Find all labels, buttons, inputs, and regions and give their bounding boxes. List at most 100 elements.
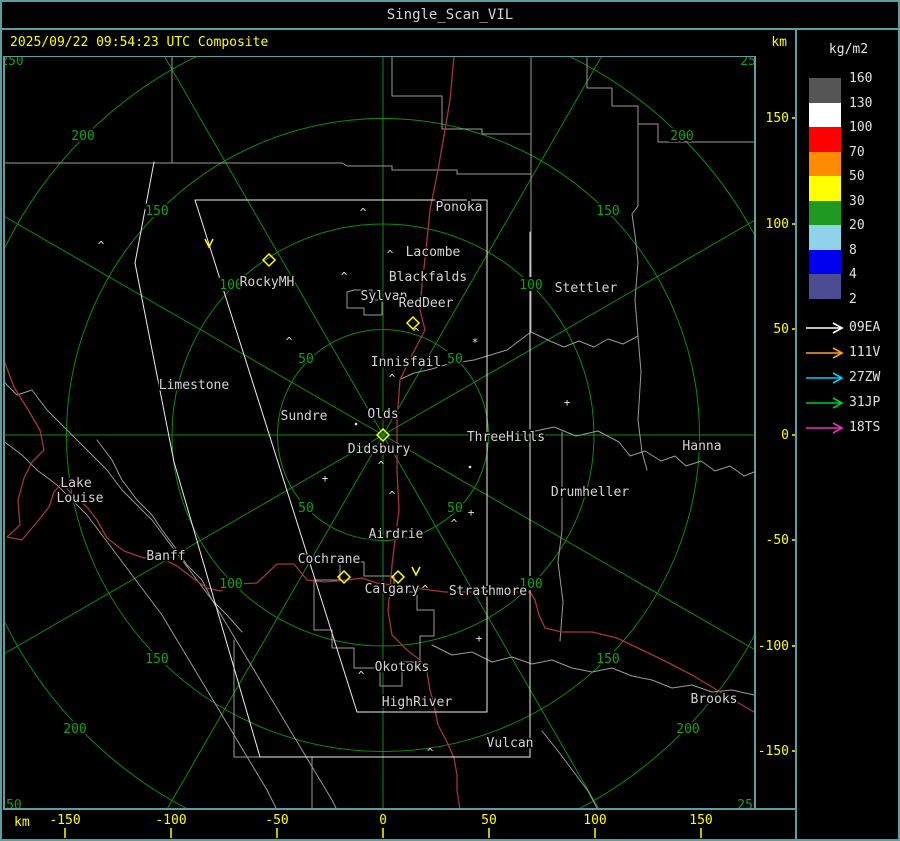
city-label: Ponoka xyxy=(436,200,483,215)
bottom-axis-tick-label: -100 xyxy=(155,813,186,828)
ring-distance-label: 100 xyxy=(219,577,242,592)
bottom-axis-tick-label: -50 xyxy=(265,813,288,828)
town-glyph-marker: + xyxy=(564,396,571,409)
legend-unit-label: kg/m2 xyxy=(828,42,869,57)
legend-swatch xyxy=(809,249,841,275)
storm-vee-marker xyxy=(411,566,421,577)
legend-swatch xyxy=(809,274,841,299)
city-label: Lacombe xyxy=(406,245,461,260)
legend-value-label: 160 xyxy=(849,71,873,86)
city-label: HighRiver xyxy=(382,695,453,710)
timestamp: 2025/09/22 09:54:23 UTC Composite xyxy=(10,35,269,50)
site-arrow-icon xyxy=(806,322,844,334)
county-line xyxy=(391,56,532,135)
scan-outline xyxy=(134,161,531,758)
city-label: Calgary xyxy=(365,582,420,597)
ring-distance-label: 250 xyxy=(737,798,760,813)
bottom-axis-tick-label: -150 xyxy=(49,813,80,828)
town-glyph-marker: ^ xyxy=(387,248,394,261)
city-label: Drumheller xyxy=(551,485,629,500)
legend-swatch xyxy=(809,127,841,152)
ring-distance-label: 150 xyxy=(145,652,168,667)
county-line xyxy=(171,162,532,175)
site-id-label: 31JP xyxy=(849,395,881,410)
site-id-label: 09EA xyxy=(849,320,881,335)
city-label: Didsbury xyxy=(348,442,411,457)
town-dot-marker xyxy=(354,422,358,426)
legend-swatch xyxy=(809,78,841,103)
town-glyph-marker: ^ xyxy=(286,335,293,348)
city-label: RockyMH xyxy=(240,275,295,290)
radar-map[interactable]: 50 50 50 50 100 100 100 100 150 150 150 150 200 200 20… xyxy=(2,56,797,841)
city-label: Vulcan xyxy=(487,736,534,751)
town-glyph-marker: ^ xyxy=(451,517,458,530)
bottom-axis-tick-label: 100 xyxy=(583,813,606,828)
site-id-label: 111V xyxy=(849,345,881,360)
site-arrow-icon xyxy=(806,422,844,434)
right-axis-tick-label: 150 xyxy=(766,111,789,126)
bottom-axis-tick-label: 150 xyxy=(689,813,712,828)
legend-swatch xyxy=(809,102,841,128)
legend-value-label: 2 xyxy=(849,291,857,307)
town-glyph-marker: ^ xyxy=(360,206,367,219)
site-id-label: 27ZW xyxy=(849,370,881,385)
radar-site-row: 09EA xyxy=(805,320,897,336)
town-glyph-marker: + xyxy=(322,472,329,485)
town-glyph-marker: ^ xyxy=(378,459,385,472)
right-axis-tick-label: 100 xyxy=(766,217,789,232)
city-label: Banff xyxy=(146,549,185,564)
town-dot-marker xyxy=(468,465,472,469)
county-line xyxy=(431,644,755,696)
ring-distance-label: 150 xyxy=(596,652,619,667)
ring-distance-label: 200 xyxy=(670,129,693,144)
city-label: Limestone xyxy=(159,378,230,393)
legend-value-label: 50 xyxy=(849,169,865,184)
window-title: Single_Scan_VIL xyxy=(386,7,514,23)
city-label: ThreeHills xyxy=(467,430,545,445)
ring-distance-label: 150 xyxy=(596,204,619,219)
ring-distance-label: 200 xyxy=(676,722,699,737)
legend-swatch xyxy=(809,225,841,250)
town-glyph-marker: + xyxy=(468,506,475,519)
town-glyph-marker: + xyxy=(476,632,483,645)
bottom-axis: km -150 -100 -50 0 50 100 150 xyxy=(14,813,713,838)
right-axis: 150 100 50 0 -50 -100 -150 xyxy=(758,111,797,759)
county-line xyxy=(530,331,639,348)
county-line xyxy=(4,381,338,809)
scan-outlines xyxy=(134,161,531,758)
legend-value-label: 4 xyxy=(849,267,857,282)
bottom-axis-tick-label: 0 xyxy=(379,813,387,828)
radar-site-row: 31JP xyxy=(805,395,897,411)
right-axis-unit: km xyxy=(771,35,787,50)
city-label: Louise xyxy=(57,491,104,506)
radar-site-row: 111V xyxy=(805,345,897,361)
city-label: Olds xyxy=(367,407,398,422)
legend-value-label: 130 xyxy=(849,95,873,111)
town-glyph-marker: ^ xyxy=(358,669,365,682)
legend-swatch xyxy=(809,176,841,201)
ring-distance-label: 50 xyxy=(298,352,314,367)
city-label: Blackfalds xyxy=(389,270,467,285)
ring-distance-label: 50 xyxy=(447,501,463,516)
site-arrow-icon xyxy=(806,347,844,359)
radar-site-row: 27ZW xyxy=(805,370,897,386)
city-label: RedDeer xyxy=(399,296,454,311)
town-glyph-marker: ^ xyxy=(427,746,434,759)
city-label: Stettler xyxy=(555,281,618,296)
title-bar: Single_Scan_VIL xyxy=(2,2,898,30)
city-label: Brooks xyxy=(691,692,738,707)
county-line xyxy=(4,56,173,164)
town-glyph-marker: ^ xyxy=(98,239,105,252)
site-id-label: 18TS xyxy=(849,420,881,435)
city-label: Cochrane xyxy=(298,552,361,567)
town-glyph-marker: ^ xyxy=(341,270,348,283)
right-axis-tick-label: 0 xyxy=(781,428,789,443)
ring-distance-label: 150 xyxy=(145,204,168,219)
right-axis-tick-label: -50 xyxy=(766,533,789,548)
site-arrow-icon xyxy=(806,397,844,409)
right-axis-tick-label: -100 xyxy=(758,639,789,654)
city-label: Okotoks xyxy=(375,660,430,675)
legend-value-label: 100 xyxy=(849,120,873,135)
ring-distance-label: 250 xyxy=(2,56,24,69)
app-window: Single_Scan_VIL 2025/09/22 09:54:23 UTC … xyxy=(0,0,900,841)
